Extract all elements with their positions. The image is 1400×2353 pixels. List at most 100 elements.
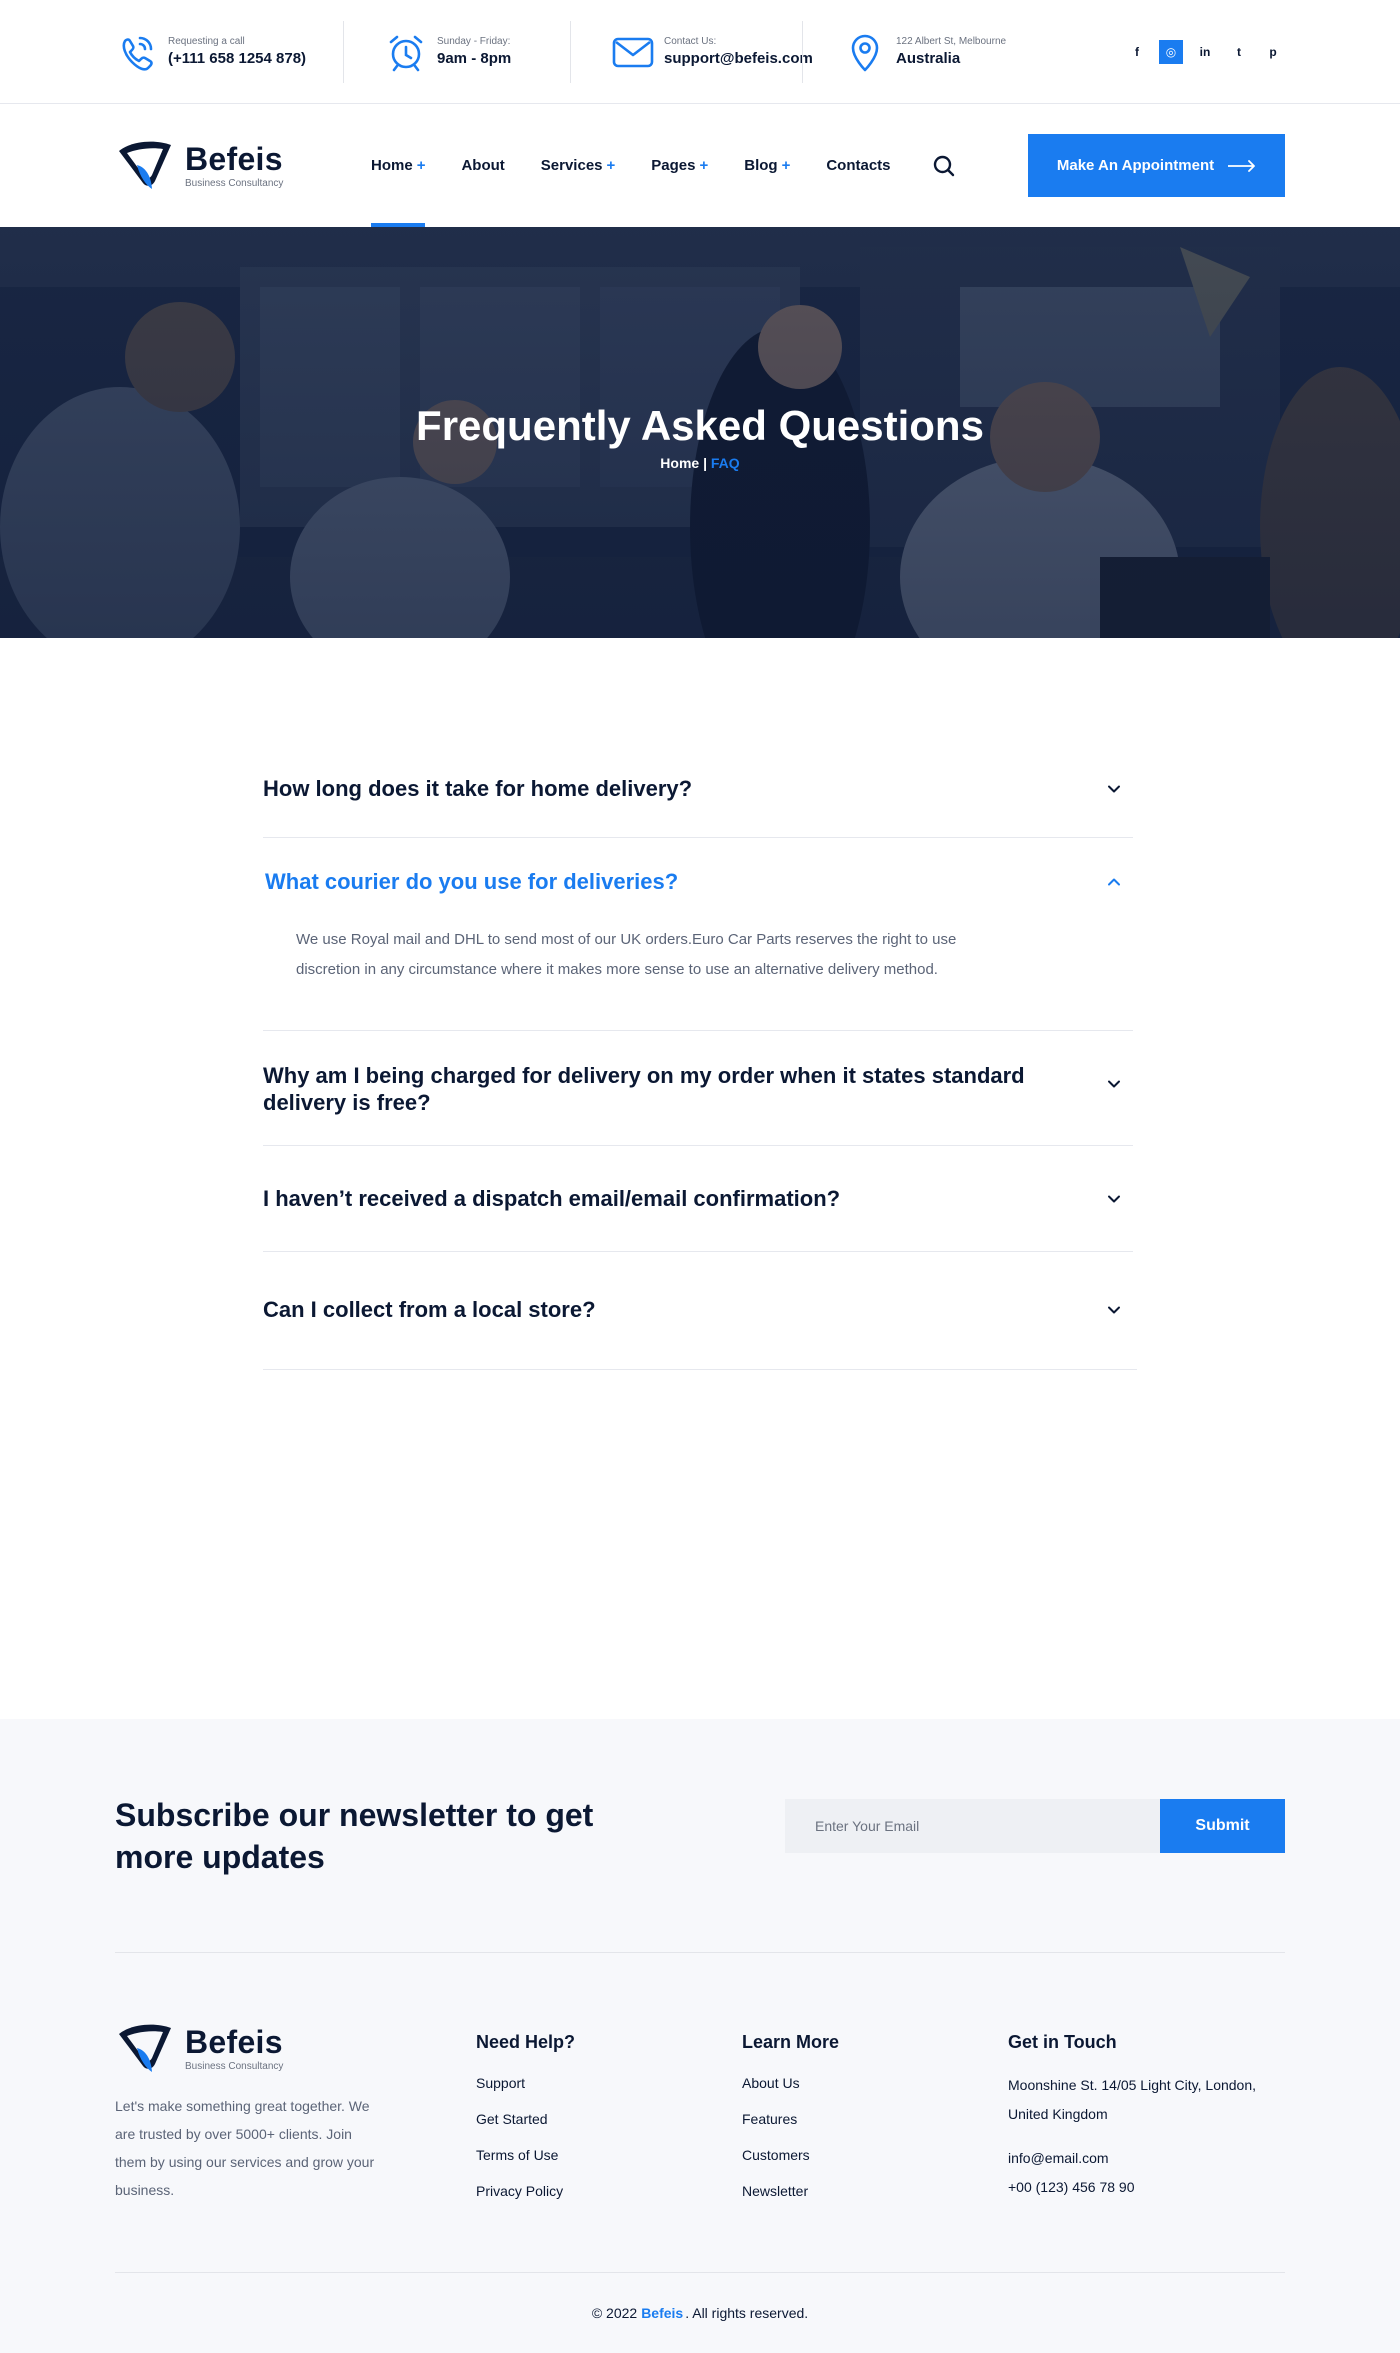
faq-answer: We use Royal mail and DHL to send most o…	[296, 931, 957, 978]
logo-tagline: Business Consultancy	[185, 177, 284, 189]
page-title: Frequently Asked Questions	[416, 402, 984, 449]
breadcrumb-separator: |	[699, 455, 711, 471]
hours-label: Sunday - Friday:	[437, 36, 511, 47]
chevron-down-icon[interactable]	[1105, 1301, 1123, 1319]
breadcrumb-home[interactable]: Home	[660, 455, 699, 471]
faq-item[interactable]: Why am I being charged for delivery on m…	[263, 1031, 1133, 1146]
logo-mark-icon	[119, 141, 171, 189]
nav-item-about[interactable]: About	[461, 104, 504, 227]
plus-icon: +	[699, 157, 709, 174]
chevron-down-icon[interactable]	[1105, 1075, 1123, 1093]
make-appointment-button[interactable]: Make An Appointment	[1028, 134, 1285, 197]
alarm-clock-icon	[389, 35, 423, 71]
faq-question[interactable]: Can I collect from a local store?	[263, 1252, 1137, 1323]
page-hero: Frequently Asked Questions Home | FAQ	[0, 227, 1400, 638]
submit-button[interactable]: Submit	[1160, 1798, 1285, 1853]
pinterest-icon[interactable]: p	[1261, 40, 1285, 64]
main-nav: Home + About Services + Pages + Blog + C…	[371, 104, 957, 227]
faq-item[interactable]: What courier do you use for deliveries? …	[263, 838, 1133, 1031]
footer-col-title: Get in Touch	[1008, 2032, 1117, 2052]
faq-item[interactable]: Can I collect from a local store?	[263, 1252, 1137, 1370]
footer-col-learn: Learn More About Us Features Customers N…	[742, 2020, 1008, 2272]
hours-info: Sunday - Friday: 9am - 8pm	[344, 21, 570, 83]
plus-icon: +	[416, 157, 426, 174]
nav-label: Blog	[744, 157, 778, 174]
logo-tagline: Business Consultancy	[185, 2061, 284, 2072]
faq-question[interactable]: Why am I being charged for delivery on m…	[263, 1031, 1133, 1116]
plus-icon: +	[781, 157, 791, 174]
footer-link-customers[interactable]: Customers	[742, 2147, 1008, 2163]
mail-icon	[612, 37, 654, 67]
chevron-down-icon[interactable]	[1105, 1190, 1123, 1208]
footer-phone[interactable]: +00 (123) 456 78 90	[1008, 2173, 1278, 2202]
nav-item-pages[interactable]: Pages +	[651, 104, 708, 227]
footer-about: Befeis Business Consultancy Let's make s…	[115, 2020, 476, 2272]
breadcrumb: Home | FAQ	[0, 455, 1400, 471]
email-info[interactable]: Contact Us: support@befeis.com	[571, 21, 813, 83]
social-links: f ◎ in t p	[1115, 40, 1285, 64]
plus-icon: +	[606, 157, 616, 174]
dribbble-icon[interactable]: ◎	[1159, 40, 1183, 64]
faq-question[interactable]: What courier do you use for deliveries?	[263, 838, 1133, 895]
copyright-suffix: . All rights reserved.	[685, 2305, 809, 2321]
footer-col-contact: Get in Touch Moonshine St. 14/05 Light C…	[1008, 2020, 1278, 2272]
address-value: Australia	[896, 50, 961, 67]
copyright: © 2022 Befeis. All rights reserved.	[115, 2273, 1285, 2353]
faq-question-text: How long does it take for home delivery?	[263, 776, 693, 801]
linkedin-icon[interactable]: in	[1193, 40, 1217, 64]
footer-col-help: Need Help? Support Get Started Terms of …	[476, 2020, 742, 2272]
footer-link-about-us[interactable]: About Us	[742, 2075, 1008, 2091]
copyright-brand[interactable]: Befeis	[641, 2305, 683, 2321]
call-number[interactable]: (+111 658 1254 878)	[168, 50, 306, 67]
footer-email[interactable]: info@email.com	[1008, 2144, 1278, 2173]
logo-name: Befeis	[185, 140, 283, 177]
contact-email[interactable]: support@befeis.com	[664, 50, 813, 67]
footer-link-newsletter[interactable]: Newsletter	[742, 2183, 1008, 2199]
nav-item-contacts[interactable]: Contacts	[826, 104, 890, 227]
address-info: 122 Albert St, Melbourne Australia	[803, 21, 1006, 83]
faq-item[interactable]: How long does it take for home delivery?	[263, 758, 1133, 838]
top-bar: Requesting a call (+111 658 1254 878) Su…	[0, 0, 1400, 104]
phone-icon	[122, 36, 153, 71]
newsletter-section: Subscribe our newsletter to get more upd…	[115, 1719, 1285, 1953]
cta-label: Make An Appointment	[1056, 157, 1215, 174]
footer-link-support[interactable]: Support	[476, 2075, 742, 2091]
nav-item-services[interactable]: Services +	[541, 104, 616, 227]
footer-link-features[interactable]: Features	[742, 2111, 1008, 2127]
faq-accordion: How long does it take for home delivery?…	[263, 758, 1137, 1370]
nav-item-blog[interactable]: Blog +	[744, 104, 790, 227]
nav-label: Home	[371, 157, 413, 174]
footer-link-get-started[interactable]: Get Started	[476, 2111, 742, 2127]
nav-label: Contacts	[826, 157, 891, 174]
footer-logo[interactable]: Befeis Business Consultancy	[115, 2020, 371, 2078]
address-label: 122 Albert St, Melbourne	[896, 36, 1007, 47]
nav-label: Pages	[651, 157, 696, 174]
facebook-icon[interactable]: f	[1125, 40, 1149, 64]
call-label: Requesting a call	[168, 36, 245, 47]
faq-question-text: I haven’t received a dispatch email/emai…	[263, 1186, 841, 1211]
nav-label: Services	[540, 157, 603, 174]
nav-item-home[interactable]: Home +	[371, 104, 426, 227]
faq-question-text: What courier do you use for deliveries?	[265, 869, 679, 894]
nav-label: About	[461, 157, 505, 174]
chevron-up-icon[interactable]	[1105, 873, 1123, 891]
faq-item[interactable]: I haven’t received a dispatch email/emai…	[263, 1146, 1133, 1252]
faq-question[interactable]: How long does it take for home delivery?	[263, 758, 1133, 802]
search-icon[interactable]	[931, 153, 957, 179]
newsletter-form: Submit	[785, 1798, 1285, 1853]
faq-question[interactable]: I haven’t received a dispatch email/emai…	[263, 1146, 1133, 1212]
logo[interactable]: Befeis Business Consultancy	[115, 137, 371, 195]
email-input[interactable]	[785, 1798, 1160, 1853]
footer-link-terms[interactable]: Terms of Use	[476, 2147, 742, 2163]
newsletter-title: Subscribe our newsletter to get more upd…	[115, 1796, 594, 1875]
logo-mark-icon	[119, 2024, 171, 2072]
chevron-down-icon[interactable]	[1105, 780, 1123, 798]
contact-label: Contact Us:	[664, 36, 717, 47]
breadcrumb-current: FAQ	[710, 455, 740, 471]
twitter-icon[interactable]: t	[1227, 40, 1251, 64]
call-info[interactable]: Requesting a call (+111 658 1254 878)	[115, 21, 343, 83]
footer-col-title: Learn More	[742, 2032, 840, 2052]
faq-section: How long does it take for home delivery?…	[0, 638, 1400, 1719]
footer-link-privacy[interactable]: Privacy Policy	[476, 2183, 742, 2199]
copyright-prefix: © 2022	[591, 2305, 638, 2321]
